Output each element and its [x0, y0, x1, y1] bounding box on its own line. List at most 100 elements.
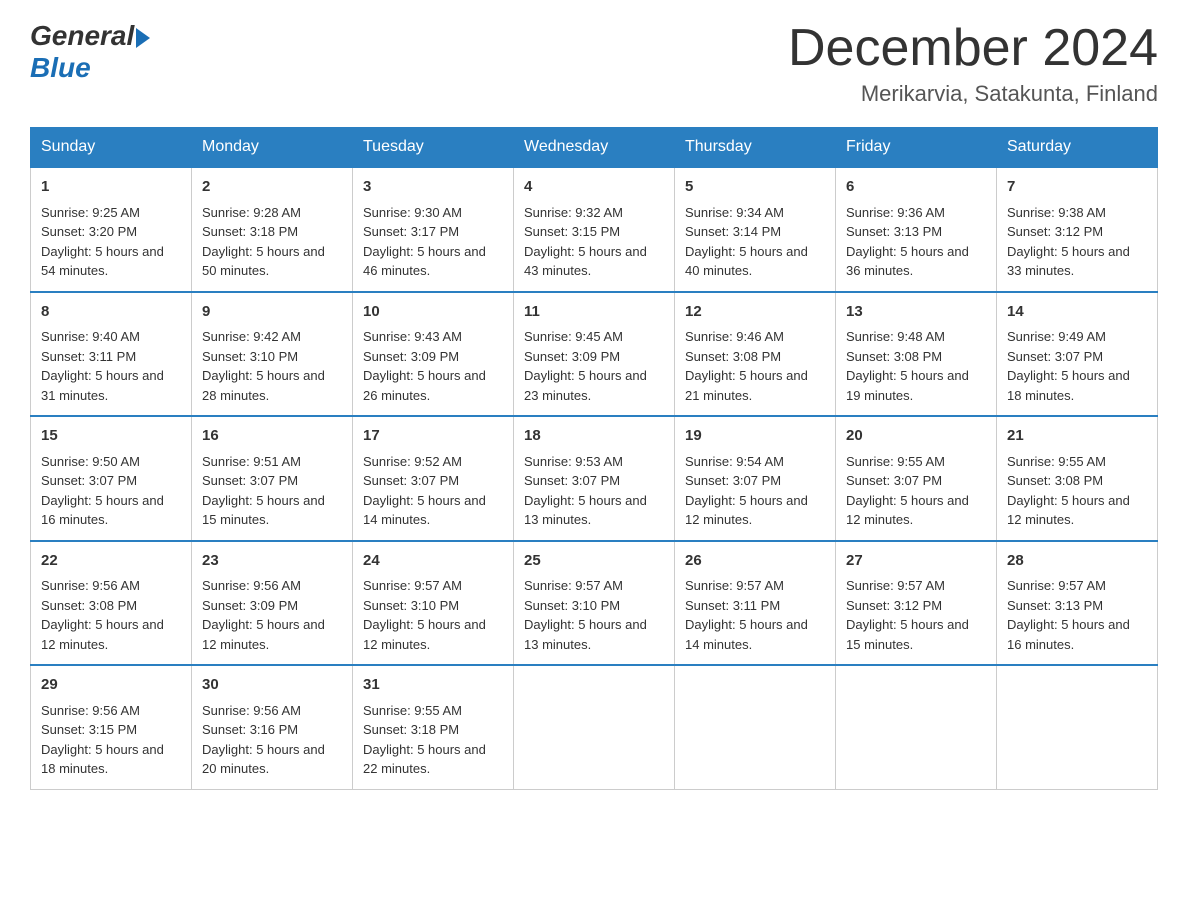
day-number: 15 [41, 425, 181, 448]
logo-general-text: General [30, 20, 134, 52]
day-info: Sunrise: 9:52 AMSunset: 3:07 PMDaylight:… [363, 452, 503, 530]
day-number: 8 [41, 301, 181, 324]
column-header-wednesday: Wednesday [514, 128, 675, 168]
day-info: Sunrise: 9:55 AMSunset: 3:08 PMDaylight:… [1007, 452, 1147, 530]
day-info: Sunrise: 9:46 AMSunset: 3:08 PMDaylight:… [685, 327, 825, 405]
calendar-header-row: SundayMondayTuesdayWednesdayThursdayFrid… [31, 128, 1158, 168]
day-cell-21: 21 Sunrise: 9:55 AMSunset: 3:08 PMDayligh… [997, 416, 1158, 541]
day-info: Sunrise: 9:42 AMSunset: 3:10 PMDaylight:… [202, 327, 342, 405]
day-cell-3: 3 Sunrise: 9:30 AMSunset: 3:17 PMDaylight… [353, 167, 514, 292]
day-number: 6 [846, 176, 986, 199]
day-cell-11: 11 Sunrise: 9:45 AMSunset: 3:09 PMDayligh… [514, 292, 675, 417]
calendar-table: SundayMondayTuesdayWednesdayThursdayFrid… [30, 127, 1158, 790]
day-cell-26: 26 Sunrise: 9:57 AMSunset: 3:11 PMDayligh… [675, 541, 836, 666]
day-cell-10: 10 Sunrise: 9:43 AMSunset: 3:09 PMDayligh… [353, 292, 514, 417]
day-cell-2: 2Sunrise: 9:28 AMSunset: 3:18 PMDaylight… [192, 167, 353, 292]
day-info: Sunrise: 9:43 AMSunset: 3:09 PMDaylight:… [363, 327, 503, 405]
day-info: Sunrise: 9:54 AMSunset: 3:07 PMDaylight:… [685, 452, 825, 530]
day-info: Sunrise: 9:57 AMSunset: 3:12 PMDaylight:… [846, 576, 986, 654]
day-number: 5 [685, 176, 825, 199]
column-header-monday: Monday [192, 128, 353, 168]
day-number: 11 [524, 301, 664, 324]
day-number: 20 [846, 425, 986, 448]
empty-cell [514, 665, 675, 789]
logo-blue-text: Blue [30, 52, 150, 84]
calendar-title: December 2024 [788, 20, 1158, 77]
day-cell-27: 27 Sunrise: 9:57 AMSunset: 3:12 PMDayligh… [836, 541, 997, 666]
column-header-friday: Friday [836, 128, 997, 168]
day-number: 29 [41, 674, 181, 697]
week-row-1: 1 Sunrise: 9:25 AMSunset: 3:20 PMDaylight… [31, 167, 1158, 292]
day-cell-13: 13Sunrise: 9:48 AMSunset: 3:08 PMDayligh… [836, 292, 997, 417]
week-row-3: 15 Sunrise: 9:50 AMSunset: 3:07 PMDayligh… [31, 416, 1158, 541]
day-cell-17: 17 Sunrise: 9:52 AMSunset: 3:07 PMDayligh… [353, 416, 514, 541]
logo-arrow-icon [136, 28, 150, 48]
day-cell-31: 31 Sunrise: 9:55 AMSunset: 3:18 PMDayligh… [353, 665, 514, 789]
day-info: Sunrise: 9:32 AMSunset: 3:15 PMDaylight:… [524, 203, 664, 281]
day-cell-9: 9 Sunrise: 9:42 AMSunset: 3:10 PMDaylight… [192, 292, 353, 417]
day-cell-29: 29Sunrise: 9:56 AMSunset: 3:15 PMDayligh… [31, 665, 192, 789]
day-info: Sunrise: 9:38 AMSunset: 3:12 PMDaylight:… [1007, 203, 1147, 281]
column-header-sunday: Sunday [31, 128, 192, 168]
day-info: Sunrise: 9:57 AMSunset: 3:13 PMDaylight:… [1007, 576, 1147, 654]
day-number: 27 [846, 550, 986, 573]
day-number: 9 [202, 301, 342, 324]
day-info: Sunrise: 9:45 AMSunset: 3:09 PMDaylight:… [524, 327, 664, 405]
week-row-4: 22Sunrise: 9:56 AMSunset: 3:08 PMDayligh… [31, 541, 1158, 666]
day-info: Sunrise: 9:55 AMSunset: 3:18 PMDaylight:… [363, 701, 503, 779]
day-number: 25 [524, 550, 664, 573]
calendar-subtitle: Merikarvia, Satakunta, Finland [788, 81, 1158, 107]
day-number: 26 [685, 550, 825, 573]
day-number: 10 [363, 301, 503, 324]
day-number: 4 [524, 176, 664, 199]
day-info: Sunrise: 9:50 AMSunset: 3:07 PMDaylight:… [41, 452, 181, 530]
day-info: Sunrise: 9:56 AMSunset: 3:08 PMDaylight:… [41, 576, 181, 654]
title-block: December 2024 Merikarvia, Satakunta, Fin… [788, 20, 1158, 107]
day-cell-15: 15 Sunrise: 9:50 AMSunset: 3:07 PMDayligh… [31, 416, 192, 541]
day-cell-25: 25 Sunrise: 9:57 AMSunset: 3:10 PMDayligh… [514, 541, 675, 666]
day-number: 1 [41, 176, 181, 199]
day-number: 12 [685, 301, 825, 324]
day-cell-8: 8 Sunrise: 9:40 AMSunset: 3:11 PMDaylight… [31, 292, 192, 417]
page-header: General Blue December 2024 Merikarvia, S… [30, 20, 1158, 107]
day-number: 23 [202, 550, 342, 573]
day-number: 14 [1007, 301, 1147, 324]
day-info: Sunrise: 9:36 AMSunset: 3:13 PMDaylight:… [846, 203, 986, 281]
day-number: 21 [1007, 425, 1147, 448]
column-header-thursday: Thursday [675, 128, 836, 168]
day-number: 7 [1007, 176, 1147, 199]
day-cell-20: 20Sunrise: 9:55 AMSunset: 3:07 PMDayligh… [836, 416, 997, 541]
day-info: Sunrise: 9:57 AMSunset: 3:10 PMDaylight:… [363, 576, 503, 654]
day-number: 18 [524, 425, 664, 448]
day-number: 3 [363, 176, 503, 199]
day-info: Sunrise: 9:25 AMSunset: 3:20 PMDaylight:… [41, 203, 181, 281]
day-number: 30 [202, 674, 342, 697]
column-header-tuesday: Tuesday [353, 128, 514, 168]
day-info: Sunrise: 9:40 AMSunset: 3:11 PMDaylight:… [41, 327, 181, 405]
day-number: 19 [685, 425, 825, 448]
day-info: Sunrise: 9:53 AMSunset: 3:07 PMDaylight:… [524, 452, 664, 530]
day-info: Sunrise: 9:34 AMSunset: 3:14 PMDaylight:… [685, 203, 825, 281]
day-number: 24 [363, 550, 503, 573]
day-cell-12: 12 Sunrise: 9:46 AMSunset: 3:08 PMDayligh… [675, 292, 836, 417]
day-cell-14: 14 Sunrise: 9:49 AMSunset: 3:07 PMDayligh… [997, 292, 1158, 417]
day-info: Sunrise: 9:51 AMSunset: 3:07 PMDaylight:… [202, 452, 342, 530]
day-info: Sunrise: 9:57 AMSunset: 3:10 PMDaylight:… [524, 576, 664, 654]
day-info: Sunrise: 9:30 AMSunset: 3:17 PMDaylight:… [363, 203, 503, 281]
logo: General Blue [30, 20, 150, 84]
day-number: 17 [363, 425, 503, 448]
day-cell-7: 7 Sunrise: 9:38 AMSunset: 3:12 PMDaylight… [997, 167, 1158, 292]
empty-cell [836, 665, 997, 789]
day-cell-16: 16 Sunrise: 9:51 AMSunset: 3:07 PMDayligh… [192, 416, 353, 541]
day-info: Sunrise: 9:49 AMSunset: 3:07 PMDaylight:… [1007, 327, 1147, 405]
day-info: Sunrise: 9:57 AMSunset: 3:11 PMDaylight:… [685, 576, 825, 654]
day-cell-6: 6 Sunrise: 9:36 AMSunset: 3:13 PMDaylight… [836, 167, 997, 292]
day-cell-22: 22Sunrise: 9:56 AMSunset: 3:08 PMDayligh… [31, 541, 192, 666]
day-cell-24: 24 Sunrise: 9:57 AMSunset: 3:10 PMDayligh… [353, 541, 514, 666]
day-number: 31 [363, 674, 503, 697]
week-row-5: 29Sunrise: 9:56 AMSunset: 3:15 PMDayligh… [31, 665, 1158, 789]
day-cell-4: 4 Sunrise: 9:32 AMSunset: 3:15 PMDaylight… [514, 167, 675, 292]
day-number: 2 [202, 176, 342, 199]
day-cell-23: 23Sunrise: 9:56 AMSunset: 3:09 PMDayligh… [192, 541, 353, 666]
day-number: 16 [202, 425, 342, 448]
